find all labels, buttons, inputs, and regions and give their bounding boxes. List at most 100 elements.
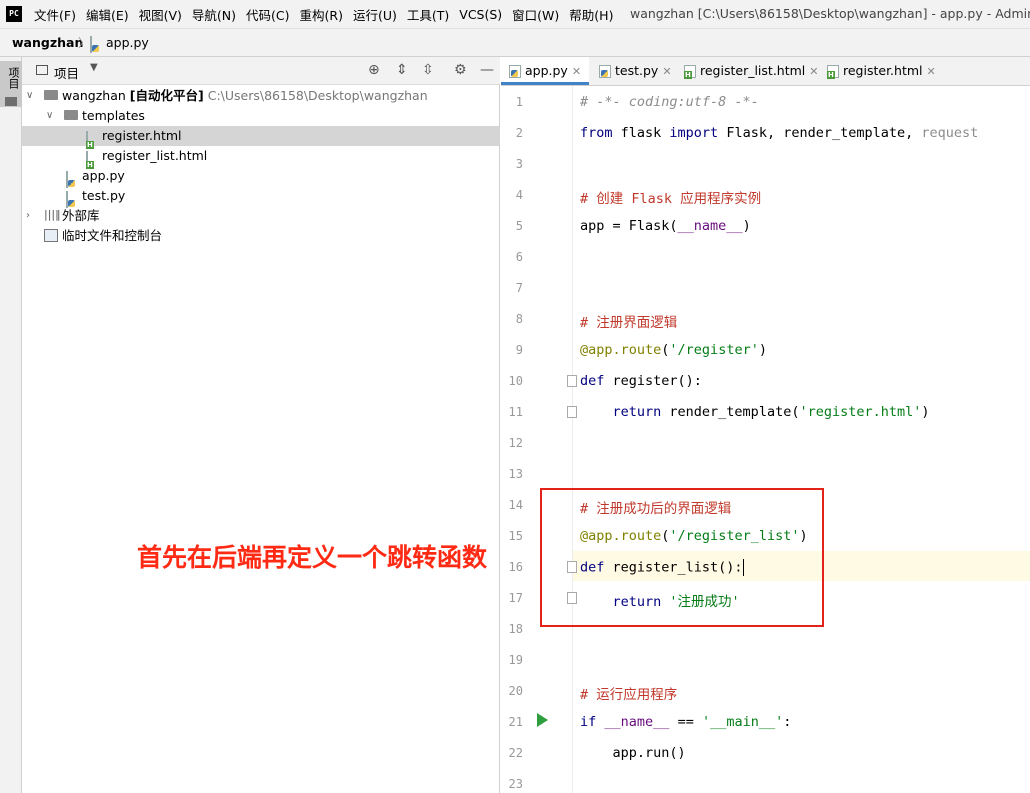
line-number: 8 [515, 312, 523, 326]
tree-label: templates [82, 108, 145, 123]
minimize-icon[interactable]: — [480, 62, 494, 78]
close-icon[interactable]: ✕ [809, 65, 818, 78]
line-number: 14 [508, 498, 523, 512]
code-line-1: # -*- coding:utf-8 -*- [580, 94, 759, 110]
html-file-icon [684, 65, 696, 79]
line-number: 5 [515, 219, 523, 233]
close-icon[interactable]: ✕ [927, 65, 936, 78]
collapse-all-icon[interactable]: ⇳ [422, 62, 434, 78]
keyword: return [580, 404, 662, 420]
menu-tools[interactable]: 工具(T) [407, 5, 449, 24]
line-number: 21 [508, 715, 523, 729]
chevron-right-icon[interactable]: › [26, 206, 30, 226]
tree-item-templates[interactable]: ∨ templates [22, 106, 500, 126]
editor-tab-bar: app.py✕ test.py✕ register_list.html✕ reg… [501, 57, 1030, 86]
tree-item-scratches[interactable]: 临时文件和控制台 [22, 226, 500, 246]
line-number: 2 [515, 126, 523, 140]
tree-item-register-list-html[interactable]: register_list.html [22, 146, 500, 168]
tree-item-root[interactable]: ∨ wangzhan [自动化平台] C:\Users\86158\Deskto… [22, 86, 500, 106]
code-line-11: return render_template('register.html') [580, 404, 930, 420]
fold-end-icon[interactable] [567, 406, 577, 418]
breadcrumb-project[interactable]: wangzhan [12, 35, 83, 50]
tab-label: test.py [615, 63, 659, 78]
menu-file[interactable]: 文件(F) [34, 5, 76, 24]
menu-vcs[interactable]: VCS(S) [459, 7, 502, 22]
run-icon[interactable] [537, 713, 548, 727]
line-number: 4 [515, 188, 523, 202]
line-number: 19 [508, 653, 523, 667]
decorator: @app.route [580, 342, 662, 358]
code-line-8: # 注册界面逻辑 [580, 311, 677, 331]
line-number: 9 [515, 343, 523, 357]
menu-code[interactable]: 代码(C) [246, 5, 289, 24]
expand-all-icon[interactable]: ⇕ [396, 62, 408, 78]
keyword: import [669, 125, 719, 141]
python-file-icon [599, 65, 611, 78]
locate-file-icon[interactable]: ⊕ [368, 62, 380, 78]
project-view-icon [36, 65, 48, 75]
code-text: Flask, render_template, [718, 125, 922, 141]
line-number: 22 [508, 746, 523, 760]
fold-marker-icon[interactable] [567, 375, 577, 387]
code-comment: # -*- coding:utf-8 -*- [580, 94, 759, 110]
tab-test-py[interactable]: test.py ✕ [591, 57, 675, 85]
menu-bar: PC 文件(F) 编辑(E) 视图(V) 导航(N) 代码(C) 重构(R) 运… [0, 0, 1030, 28]
line-number: 20 [508, 684, 523, 698]
project-tool-tab[interactable]: 项目 [0, 61, 22, 107]
tool-window-strip: 项目 [0, 57, 22, 793]
tree-item-test-py[interactable]: test.py [22, 186, 500, 208]
tab-label: register.html [843, 63, 923, 78]
line-number-gutter: 1 2 3 4 5 6 7 8 9 10 11 12 13 14 15 16 1… [501, 86, 573, 793]
tree-item-external-libraries[interactable]: › |||‖ 外部库 [22, 206, 500, 226]
chevron-down-icon[interactable]: ∨ [46, 106, 53, 126]
close-icon[interactable]: ✕ [662, 65, 671, 78]
tree-root-tag: [自动化平台] [129, 88, 204, 103]
code-text: app.run() [580, 745, 686, 761]
tab-register-html[interactable]: register.html ✕ [819, 57, 939, 85]
code-text: == [669, 714, 702, 730]
code-text: ) [742, 218, 751, 234]
tab-register-list-html[interactable]: register_list.html✕ [676, 57, 818, 85]
html-file-icon [827, 65, 839, 79]
pycharm-logo: PC [6, 6, 22, 22]
code-text: app = Flask( [580, 218, 678, 234]
menu-view[interactable]: 视图(V) [139, 5, 182, 24]
code-text: ) [758, 342, 767, 358]
menu-help[interactable]: 帮助(H) [569, 5, 613, 24]
line-number: 12 [508, 436, 523, 450]
tree-label: 临时文件和控制台 [62, 228, 163, 243]
line-number: 13 [508, 467, 523, 481]
project-panel-header: 项目 ▼ ⊕ ⇕ ⇳ ⚙ — [22, 57, 500, 85]
menu-refactor[interactable]: 重构(R) [300, 5, 343, 24]
menu-run[interactable]: 运行(U) [353, 5, 397, 24]
highlight-box [540, 488, 824, 627]
gear-icon[interactable]: ⚙ [454, 62, 467, 78]
menu-window[interactable]: 窗口(W) [512, 5, 559, 24]
close-icon[interactable]: ✕ [572, 65, 581, 78]
project-panel-title[interactable]: 项目 [54, 63, 79, 82]
code-line-10: def register(): [580, 373, 702, 389]
tree-item-register-html[interactable]: register.html [22, 126, 500, 148]
dunder-name: __name__ [677, 218, 743, 234]
python-file-icon [90, 36, 92, 53]
breadcrumb-file[interactable]: app.py [106, 35, 149, 50]
code-line-9: @app.route('/register') [580, 342, 767, 358]
line-number: 23 [508, 777, 523, 791]
line-number: 1 [515, 95, 523, 109]
chevron-down-icon[interactable]: ▼ [90, 62, 98, 73]
tree-label: 外部库 [62, 208, 100, 223]
dunder-name: __name__ [604, 714, 670, 730]
line-number: 16 [508, 560, 523, 574]
tab-app-py[interactable]: app.py ✕ [501, 57, 589, 85]
code-editor[interactable]: 1 2 3 4 5 6 7 8 9 10 11 12 13 14 15 16 1… [501, 86, 1030, 793]
menu-navigate[interactable]: 导航(N) [192, 5, 236, 24]
tree-item-app-py[interactable]: app.py [22, 166, 500, 188]
tab-label: register_list.html [700, 63, 806, 78]
code-comment: # 注册界面逻辑 [580, 315, 678, 331]
python-file-icon [509, 65, 521, 78]
chevron-down-icon[interactable]: ∨ [26, 86, 33, 106]
scratches-icon [44, 229, 58, 242]
menu-edit[interactable]: 编辑(E) [86, 5, 129, 24]
line-number: 6 [515, 250, 523, 264]
code-line-20: # 运行应用程序 [580, 683, 677, 703]
